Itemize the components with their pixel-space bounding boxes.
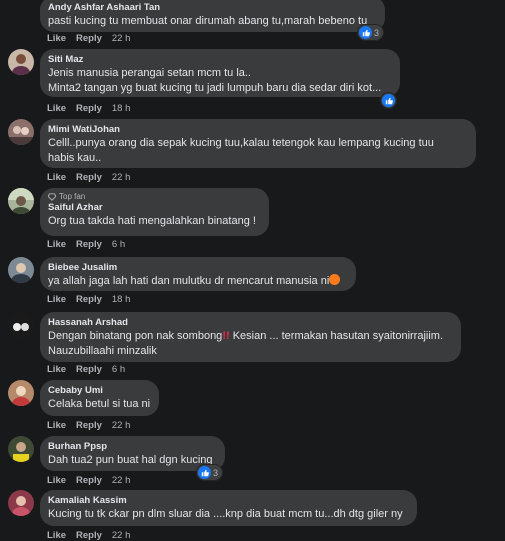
reply-button[interactable]: Reply	[76, 420, 102, 431]
comment-time[interactable]: 6 h	[112, 239, 125, 250]
avatar[interactable]	[8, 119, 34, 145]
like-reaction-icon	[382, 94, 395, 107]
like-button[interactable]: Like	[47, 530, 66, 541]
comment-time[interactable]: 18 h	[112, 103, 131, 114]
like-button[interactable]: Like	[47, 364, 66, 375]
reply-button[interactable]: Reply	[76, 103, 102, 114]
comment-author[interactable]: Cebaby Umi	[48, 385, 149, 397]
reply-button[interactable]: Reply	[76, 364, 102, 375]
comment-bubble: Cebaby Umi Celaka betul si tua ni	[40, 380, 159, 416]
top-fan-label: Top fan	[59, 192, 86, 201]
comment-bubble: Biebee Jusalim ya allah jaga lah hati da…	[40, 257, 356, 291]
comment-text: Nauzubillaahi minzalik	[48, 344, 157, 357]
comment-bubble: Siti Maz Jenis manusia perangai setan mc…	[40, 49, 400, 97]
comment-bubble: Top fan Saiful Azhar Org tua takda hati …	[40, 188, 269, 236]
comment-text-content: Dengan binatang pon nak sombong	[48, 330, 223, 342]
comment-text: Jenis manusia perangai setan mcm tu la..	[48, 67, 251, 79]
like-button[interactable]: Like	[47, 103, 66, 114]
comment-text: Minta2 tangan yg buat kucing tu jadi lum…	[48, 81, 382, 94]
comment-bubble: Burhan Ppsp Dah tua2 pun buat hal dgn ku…	[40, 436, 225, 471]
avatar[interactable]	[8, 312, 34, 338]
reply-button[interactable]: Reply	[76, 475, 102, 486]
reaction-count[interactable]	[381, 93, 396, 108]
comment-actions: Like Reply 6 h	[47, 239, 125, 250]
comment-bubble: Hassanah Arshad Dengan binatang pon nak …	[40, 312, 461, 362]
comment-text: ya allah jaga lah hati dan mulutku dr me…	[48, 274, 346, 289]
comment-author[interactable]: Kamaliah Kassim	[48, 495, 407, 507]
comment-author[interactable]: Saiful Azhar	[48, 202, 259, 214]
like-button[interactable]: Like	[47, 475, 66, 486]
like-button[interactable]: Like	[47, 239, 66, 250]
comment-text-content: ya allah jaga lah hati dan mulutku dr me…	[48, 275, 330, 287]
comment-actions: Like Reply 18 h	[47, 294, 130, 305]
comment-actions: Like Reply 22 h	[47, 172, 130, 183]
like-button[interactable]: Like	[47, 172, 66, 183]
comment-bubble: Mimi WatiJohan Celll..punya orang dia se…	[40, 119, 476, 168]
avatar[interactable]	[8, 380, 34, 406]
comment-bubble: Andy Ashfar Ashaari Tan pasti kucing tu …	[40, 0, 385, 32]
angry-face-emoji-icon	[329, 274, 341, 285]
comment-bubble: Kamaliah Kassim Kucing tu tk ckar pn dlm…	[40, 490, 417, 526]
reaction-count[interactable]: 3	[197, 465, 223, 480]
comment-text: Kucing tu tk ckar pn dlm sluar dia ....k…	[48, 508, 403, 520]
comment-text: Celaka betul si tua ni	[48, 398, 151, 410]
comment-author[interactable]: Andy Ashfar Ashaari Tan	[48, 2, 375, 14]
reply-button[interactable]: Reply	[76, 33, 102, 44]
like-button[interactable]: Like	[47, 33, 66, 44]
comment-actions: Like Reply 22 h	[47, 475, 130, 486]
avatar[interactable]	[8, 49, 34, 75]
double-exclamation-icon: !!	[222, 330, 230, 342]
comment-author[interactable]: Biebee Jusalim	[48, 262, 346, 274]
comment-text-content: Kesian ... termakan hasutan syaitonirraj…	[229, 330, 444, 342]
reply-button[interactable]: Reply	[76, 530, 102, 541]
comment-text: Celll..punya orang dia sepak kucing tuu,…	[48, 137, 434, 149]
comment-text: habis kau..	[48, 151, 102, 164]
comment-actions: Like Reply 18 h	[47, 103, 130, 114]
avatar[interactable]	[8, 436, 34, 462]
like-button[interactable]: Like	[47, 294, 66, 305]
reaction-count[interactable]: 3	[358, 25, 384, 40]
comment-time[interactable]: 22 h	[112, 420, 131, 431]
comment-actions: Like Reply 6 h	[47, 364, 125, 375]
comment-time[interactable]: 22 h	[112, 475, 131, 486]
avatar[interactable]	[8, 490, 34, 516]
comment-author[interactable]: Burhan Ppsp	[48, 441, 215, 453]
comment-actions: Like Reply 22 h	[47, 530, 130, 541]
avatar[interactable]	[8, 257, 34, 283]
comment-author[interactable]: Mimi WatiJohan	[48, 124, 466, 136]
avatar[interactable]	[8, 188, 34, 214]
reaction-number: 3	[213, 467, 219, 478]
reply-button[interactable]: Reply	[76, 172, 102, 183]
reaction-number: 3	[374, 27, 380, 38]
like-reaction-icon	[198, 466, 211, 479]
comment-time[interactable]: 22 h	[112, 33, 131, 44]
comment-actions: Like Reply 22 h	[47, 420, 130, 431]
comment-author[interactable]: Hassanah Arshad	[48, 317, 451, 329]
reply-button[interactable]: Reply	[76, 294, 102, 305]
comment-actions: Like Reply 22 h	[47, 33, 130, 44]
comment-text: Dah tua2 pun buat hal dgn kucing	[48, 454, 213, 466]
top-fan-badge: Top fan	[48, 192, 259, 202]
comment-time[interactable]: 18 h	[112, 294, 131, 305]
reply-button[interactable]: Reply	[76, 239, 102, 250]
comment-author[interactable]: Siti Maz	[48, 54, 390, 66]
comment-time[interactable]: 22 h	[112, 172, 131, 183]
comment-text: Dengan binatang pon nak sombong!! Kesian…	[48, 329, 451, 344]
comment-text: pasti kucing tu membuat onar dirumah aba…	[48, 15, 368, 27]
comment-time[interactable]: 22 h	[112, 530, 131, 541]
like-reaction-icon	[359, 26, 372, 39]
like-button[interactable]: Like	[47, 420, 66, 431]
comment-text: Org tua takda hati mengalahkan binatang …	[48, 215, 256, 227]
diamond-icon	[48, 193, 56, 201]
comment-time[interactable]: 6 h	[112, 364, 125, 375]
